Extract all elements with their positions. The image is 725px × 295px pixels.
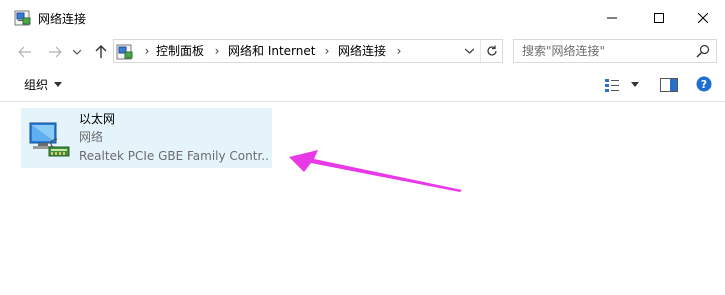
network-connections-window: 网络连接 › 控制面板 › 网络和 Internet › 网络连接 › 搜索"网… xyxy=(0,0,725,295)
arrow-right-icon xyxy=(49,46,62,58)
network-connections-icon xyxy=(14,10,31,26)
help-icon[interactable]: ? xyxy=(696,76,712,92)
up-button[interactable] xyxy=(90,40,112,64)
minimize-button[interactable] xyxy=(589,0,635,36)
arrow-up-icon xyxy=(95,45,107,58)
search-icon[interactable] xyxy=(696,44,710,58)
close-icon xyxy=(698,13,708,23)
refresh-icon xyxy=(487,45,497,56)
caret-down-icon[interactable] xyxy=(54,82,62,87)
organize-menu[interactable]: 组织 xyxy=(24,76,48,94)
breadcrumb-separator[interactable]: › xyxy=(140,40,154,62)
connections-list: 以太网 网络 Realtek PCIe GBE Family Contr... xyxy=(0,102,725,295)
title-bar[interactable]: 网络连接 xyxy=(0,0,725,36)
connection-device: Realtek PCIe GBE Family Contr... xyxy=(79,149,269,163)
search-box[interactable]: 搜索"网络连接" xyxy=(513,39,717,63)
breadcrumb-separator[interactable]: › xyxy=(392,40,406,62)
close-button[interactable] xyxy=(680,0,725,36)
control-panel-icon xyxy=(116,44,133,60)
refresh-button[interactable] xyxy=(480,40,503,62)
caret-down-icon[interactable] xyxy=(631,82,639,87)
recent-locations-button[interactable] xyxy=(70,40,84,64)
command-bar: 组织 ? xyxy=(0,68,725,102)
svg-text:?: ? xyxy=(701,78,707,91)
arrow-left-icon xyxy=(18,46,31,58)
minimize-icon xyxy=(607,17,617,19)
search-placeholder[interactable]: 搜索"网络连接" xyxy=(522,40,605,62)
window-title: 网络连接 xyxy=(38,12,87,26)
address-dropdown-button[interactable] xyxy=(460,40,478,62)
breadcrumb-network-connections[interactable]: 网络连接 xyxy=(338,40,386,62)
change-view-icon[interactable] xyxy=(604,77,620,93)
connection-item-ethernet[interactable]: 以太网 网络 Realtek PCIe GBE Family Contr... xyxy=(21,108,272,168)
breadcrumb-separator[interactable]: › xyxy=(210,40,224,62)
connection-status: 网络 xyxy=(79,130,104,144)
maximize-icon xyxy=(654,13,664,23)
address-bar[interactable]: › 控制面板 › 网络和 Internet › 网络连接 › xyxy=(113,39,503,63)
address-row: › 控制面板 › 网络和 Internet › 网络连接 › 搜索"网络连接" xyxy=(0,36,725,68)
breadcrumb-separator[interactable]: › xyxy=(320,40,334,62)
chevron-down-icon xyxy=(73,49,81,55)
breadcrumb-network-internet[interactable]: 网络和 Internet xyxy=(228,40,315,62)
forward-button[interactable] xyxy=(44,40,66,64)
back-button[interactable] xyxy=(14,40,36,64)
chevron-down-icon xyxy=(464,48,474,54)
breadcrumb-control-panel[interactable]: 控制面板 xyxy=(156,40,204,62)
connection-name: 以太网 xyxy=(79,112,116,126)
preview-pane-icon[interactable] xyxy=(660,77,678,93)
maximize-button[interactable] xyxy=(636,0,682,36)
ethernet-adapter-icon xyxy=(29,122,70,157)
